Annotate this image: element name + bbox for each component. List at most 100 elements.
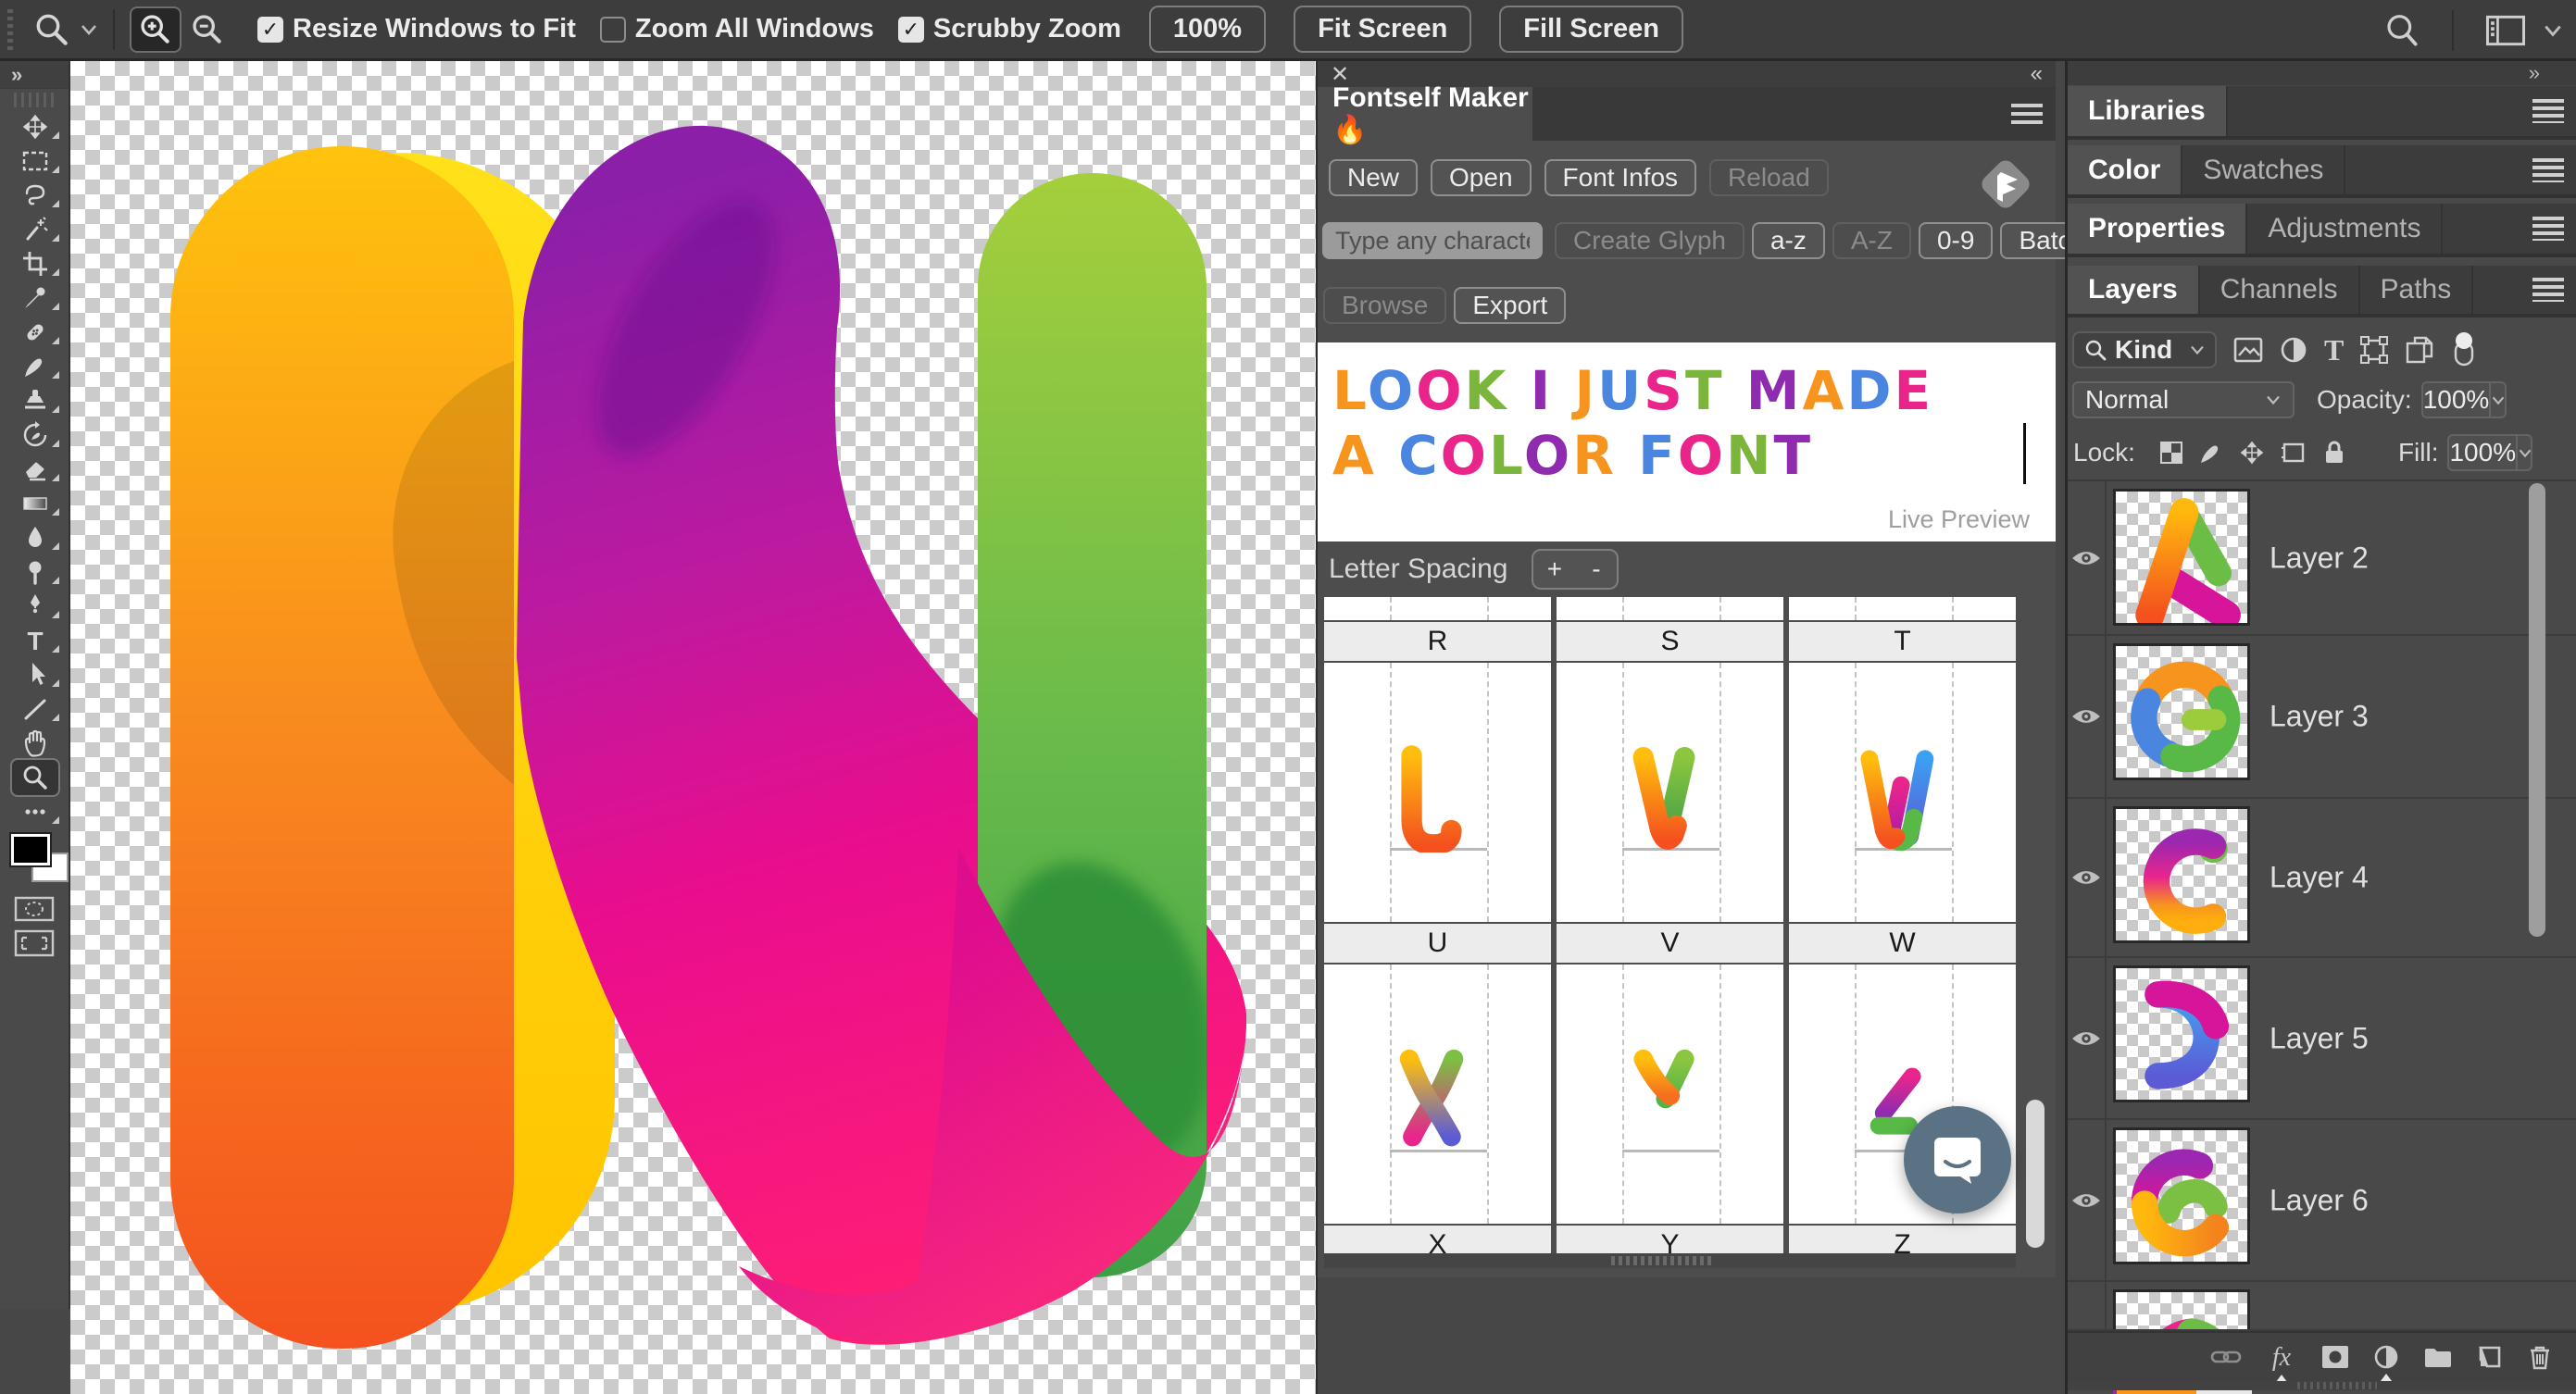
- marquee-tool[interactable]: [0, 143, 70, 178]
- glyph-grid-scrollbar[interactable]: [2026, 1100, 2045, 1248]
- current-tool-zoom[interactable]: [33, 11, 98, 48]
- letter-spacing-minus-button[interactable]: -: [1575, 551, 1617, 588]
- layer-thumbnail[interactable]: [2113, 1289, 2250, 1329]
- path-select-tool[interactable]: [0, 657, 70, 691]
- layer-row-layer-2[interactable]: Layer 2: [2068, 481, 2576, 636]
- layer-thumbnail[interactable]: [2113, 489, 2250, 626]
- letter-spacing-plus-button[interactable]: +: [1533, 551, 1575, 588]
- layer-thumbnail[interactable]: [2113, 965, 2250, 1102]
- options-bar-grip[interactable]: [7, 8, 13, 50]
- panel-menu-icon[interactable]: [2532, 217, 2564, 241]
- quick-mask-button[interactable]: [13, 895, 56, 923]
- character-input[interactable]: [1322, 222, 1543, 259]
- layer-thumbnail[interactable]: [2113, 1127, 2250, 1264]
- type-tool[interactable]: T: [0, 623, 70, 657]
- tab-color[interactable]: Color: [2068, 145, 2183, 194]
- line-tool[interactable]: [0, 691, 70, 726]
- gradient-tool[interactable]: [0, 486, 70, 520]
- tab-libraries[interactable]: Libraries: [2068, 86, 2228, 136]
- dock-collapse[interactable]: »: [2068, 61, 2576, 85]
- layer-name[interactable]: Layer 6: [2270, 1183, 2369, 1217]
- layer-row-layer-6[interactable]: Layer 6: [2068, 1120, 2576, 1282]
- brush-tool[interactable]: [0, 349, 70, 383]
- checkbox-zoom-all-windows[interactable]: Zoom All Windows: [599, 14, 874, 44]
- history-brush-tool[interactable]: [0, 417, 70, 452]
- layer-row-layer-5[interactable]: Layer 5: [2068, 958, 2576, 1120]
- panel-menu-icon[interactable]: [2532, 99, 2564, 123]
- glyph-cell-u[interactable]: [1324, 663, 1551, 922]
- layer-visibility-toggle[interactable]: [2068, 481, 2107, 634]
- glyph-cell-x[interactable]: [1324, 965, 1551, 1224]
- dock-resize-grip[interactable]: [2068, 1381, 2576, 1390]
- opacity-input[interactable]: 100%: [2420, 381, 2507, 418]
- eraser-tool[interactable]: [0, 452, 70, 486]
- zoom-in-button[interactable]: [130, 6, 181, 53]
- blur-tool[interactable]: [0, 520, 70, 554]
- type-layer-filter-icon[interactable]: T: [2324, 333, 2344, 367]
- eyedropper-tool[interactable]: [0, 280, 70, 315]
- open-button[interactable]: Open: [1431, 159, 1532, 196]
- layer-thumbnail[interactable]: [2113, 806, 2250, 943]
- glyph-cell-v[interactable]: [1557, 663, 1783, 922]
- reload-button[interactable]: Reload: [1709, 159, 1829, 196]
- zoom-100-button[interactable]: 100%: [1148, 6, 1267, 53]
- shape-layer-filter-icon[interactable]: [2360, 336, 2389, 364]
- lock-artboard-icon[interactable]: [2280, 440, 2307, 466]
- document-canvas[interactable]: [70, 61, 1316, 1394]
- clone-stamp-tool[interactable]: [0, 383, 70, 417]
- font-infos-button[interactable]: Font Infos: [1544, 159, 1697, 196]
- tab-layers[interactable]: Layers: [2068, 266, 2200, 314]
- panel-menu-icon[interactable]: [2532, 278, 2564, 302]
- lock-position-icon[interactable]: [2239, 440, 2265, 466]
- layer-row-layer-4[interactable]: Layer 4: [2068, 799, 2576, 958]
- tools-panel-collapse[interactable]: »: [0, 61, 69, 89]
- chat-bubble-button[interactable]: [1904, 1106, 2011, 1214]
- a-z-button[interactable]: a-z: [1751, 222, 1825, 259]
- magic-wand-tool[interactable]: [0, 212, 70, 246]
- a-z-button[interactable]: A-Z: [1832, 222, 1911, 259]
- dodge-tool[interactable]: [0, 554, 70, 589]
- link-icon[interactable]: [2210, 1346, 2242, 1368]
- ellipsis-tool[interactable]: [0, 794, 70, 828]
- fill-input[interactable]: 100%: [2447, 434, 2533, 471]
- glyph-cell-w[interactable]: [1789, 663, 2016, 922]
- kind-filter-select[interactable]: Kind: [2072, 331, 2217, 368]
- browse-button[interactable]: Browse: [1323, 287, 1447, 324]
- panel-menu-icon[interactable]: [2532, 157, 2564, 182]
- chevron-down-icon[interactable]: [2543, 23, 2563, 38]
- adjustment-layer-filter-icon[interactable]: [2280, 336, 2307, 364]
- search-icon[interactable]: [2383, 12, 2420, 49]
- pen-tool[interactable]: [0, 589, 70, 623]
- layer-name[interactable]: Layer 5: [2270, 1021, 2369, 1055]
- layer-thumbnail[interactable]: [2113, 643, 2250, 780]
- checkbox-resize-windows-to-fit[interactable]: ✓ Resize Windows to Fit: [257, 14, 576, 44]
- tab-channels[interactable]: Channels: [2199, 266, 2360, 314]
- adjustment-layer-icon[interactable]: [2373, 1344, 2399, 1370]
- layer-row-layer-3[interactable]: Layer 3: [2068, 636, 2576, 799]
- layers-scrollbar[interactable]: [2529, 483, 2545, 937]
- foreground-color-swatch[interactable]: [9, 832, 52, 867]
- panel-menu-icon[interactable]: [2011, 104, 2043, 126]
- create-glyph-button[interactable]: Create Glyph: [1555, 222, 1744, 259]
- blend-mode-select[interactable]: Normal: [2072, 381, 2295, 418]
- layer-row-partial[interactable]: [2068, 1282, 2576, 1331]
- lock-all-icon[interactable]: [2322, 440, 2346, 466]
- zoom-tool[interactable]: [0, 757, 70, 797]
- lock-paint-icon[interactable]: [2198, 440, 2224, 466]
- tab-adjustments[interactable]: Adjustments: [2247, 204, 2444, 254]
- group-icon[interactable]: [2423, 1345, 2453, 1369]
- layer-visibility-toggle[interactable]: [2068, 958, 2107, 1118]
- collapse-icon[interactable]: «: [2031, 61, 2043, 87]
- healing-brush-tool[interactable]: [0, 315, 70, 349]
- pixel-layer-filter-icon[interactable]: [2233, 337, 2263, 363]
- layer-name[interactable]: Layer 3: [2270, 700, 2369, 734]
- layer-visibility-toggle[interactable]: [2068, 1282, 2107, 1329]
- layer-visibility-toggle[interactable]: [2068, 636, 2107, 797]
- workspace-icon[interactable]: [2485, 14, 2526, 47]
- new-layer-icon[interactable]: [2477, 1344, 2503, 1370]
- checkbox-scrubby-zoom[interactable]: ✓ Scrubby Zoom: [897, 14, 1121, 44]
- layer-name[interactable]: Layer 4: [2270, 861, 2369, 895]
- 0-9-button[interactable]: 0-9: [1918, 222, 1994, 259]
- layer-mask-icon[interactable]: [2321, 1345, 2349, 1369]
- move-tool[interactable]: [0, 109, 70, 143]
